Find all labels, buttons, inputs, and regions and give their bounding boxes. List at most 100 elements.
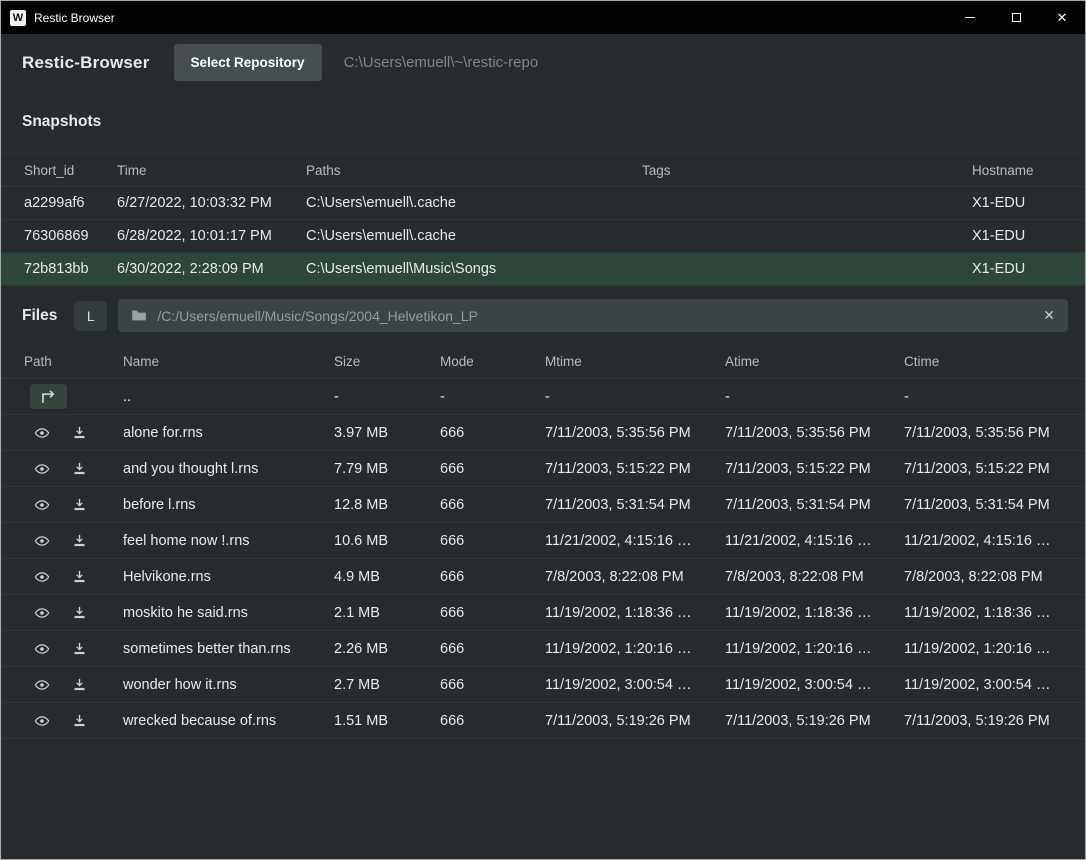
file-row[interactable]: alone for.rns3.97 MB6667/11/2003, 5:35:5…	[1, 415, 1085, 451]
file-mode: 666	[440, 713, 545, 729]
files-toolbar: Files L /C:/Users/emuell/Music/Songs/200…	[1, 286, 1085, 345]
file-atime: 7/11/2003, 5:19:26 PM	[725, 713, 904, 729]
download-file-button[interactable]	[72, 713, 87, 728]
snapshot-row[interactable]: a2299af66/27/2022, 10:03:32 PMC:\Users\e…	[1, 187, 1085, 220]
file-mode: -	[440, 389, 545, 405]
download-file-button[interactable]	[72, 425, 87, 440]
repository-toolbar: Restic-Browser Select Repository C:\User…	[1, 34, 1085, 91]
snapshots-column-paths: Paths	[306, 163, 642, 178]
preview-file-button[interactable]	[33, 425, 51, 441]
snapshot-paths: C:\Users\emuell\.cache	[306, 195, 642, 211]
download-icon	[72, 497, 87, 512]
file-size: 2.26 MB	[334, 641, 440, 657]
preview-file-button[interactable]	[33, 605, 51, 621]
file-size: 1.51 MB	[334, 713, 440, 729]
files-column-name: Name	[123, 354, 334, 369]
eye-icon	[33, 569, 51, 585]
file-row[interactable]: moskito he said.rns2.1 MB66611/19/2002, …	[1, 595, 1085, 631]
file-row-actions	[24, 713, 123, 729]
preview-file-button[interactable]	[33, 569, 51, 585]
file-name: wrecked because of.rns	[123, 713, 334, 729]
files-column-ctime: Ctime	[904, 354, 1062, 369]
preview-file-button[interactable]	[33, 461, 51, 477]
download-file-button[interactable]	[72, 533, 87, 548]
snapshot-row[interactable]: 763068696/28/2022, 10:01:17 PMC:\Users\e…	[1, 220, 1085, 253]
files-column-mode: Mode	[440, 354, 545, 369]
file-mtime: 11/19/2002, 1:18:36 …	[545, 605, 725, 621]
file-row[interactable]: ..-----	[1, 379, 1085, 415]
download-file-button[interactable]	[72, 677, 87, 692]
download-file-button[interactable]	[72, 641, 87, 656]
snapshot-short-id: 76306869	[24, 228, 117, 244]
current-path: /C:/Users/emuell/Music/Songs/2004_Helvet…	[157, 308, 1033, 324]
file-mtime: 11/19/2002, 1:20:16 …	[545, 641, 725, 657]
file-row[interactable]: sometimes better than.rns2.26 MB66611/19…	[1, 631, 1085, 667]
eye-icon	[33, 461, 51, 477]
file-row-actions	[24, 641, 123, 657]
file-ctime: -	[904, 389, 1062, 405]
snapshot-paths: C:\Users\emuell\.cache	[306, 228, 642, 244]
window-title: Restic Browser	[34, 11, 947, 25]
snapshot-hostname: X1-EDU	[972, 195, 1062, 211]
eye-icon	[33, 425, 51, 441]
file-name: alone for.rns	[123, 425, 334, 441]
file-row-actions	[24, 384, 123, 409]
close-icon: ✕	[1057, 11, 1068, 24]
preview-file-button[interactable]	[33, 713, 51, 729]
download-file-button[interactable]	[72, 497, 87, 512]
window-controls: ✕	[947, 1, 1085, 34]
preview-file-button[interactable]	[33, 641, 51, 657]
files-rows: ..-----alone for.rns3.97 MB6667/11/2003,…	[1, 379, 1085, 739]
download-icon	[72, 533, 87, 548]
file-mtime: 7/11/2003, 5:15:22 PM	[545, 461, 725, 477]
file-row[interactable]: wrecked because of.rns1.51 MB666 7/11/200…	[1, 703, 1085, 739]
list-mode-button[interactable]: L	[74, 301, 107, 331]
file-name: wonder how it.rns	[123, 677, 334, 693]
snapshot-paths: C:\Users\emuell\Music\Songs	[306, 261, 642, 277]
download-icon	[72, 425, 87, 440]
file-ctime: 11/19/2002, 1:18:36 …	[904, 605, 1062, 621]
file-size: 2.1 MB	[334, 605, 440, 621]
file-row[interactable]: wonder how it.rns2.7 MB66611/19/2002, 3:…	[1, 667, 1085, 703]
preview-file-button[interactable]	[33, 497, 51, 513]
download-file-button[interactable]	[72, 605, 87, 620]
file-atime: -	[725, 389, 904, 405]
download-icon	[72, 713, 87, 728]
download-icon	[72, 677, 87, 692]
repository-path: C:\Users\emuell\~\restic-repo	[344, 54, 539, 71]
snapshots-rows: a2299af66/27/2022, 10:03:32 PMC:\Users\e…	[1, 187, 1085, 286]
file-size: 7.79 MB	[334, 461, 440, 477]
preview-file-button[interactable]	[33, 533, 51, 549]
file-row-actions	[24, 569, 123, 585]
preview-file-button[interactable]	[33, 677, 51, 693]
maximize-button[interactable]	[993, 1, 1039, 34]
file-name: moskito he said.rns	[123, 605, 334, 621]
files-heading: Files	[22, 307, 57, 325]
eye-icon	[33, 677, 51, 693]
snapshot-hostname: X1-EDU	[972, 261, 1062, 277]
app-title: Restic-Browser	[22, 53, 150, 73]
file-name: sometimes better than.rns	[123, 641, 334, 657]
eye-icon	[33, 641, 51, 657]
titlebar: W Restic Browser ✕	[1, 1, 1085, 34]
download-file-button[interactable]	[72, 569, 87, 584]
up-directory-button[interactable]	[30, 384, 67, 409]
file-row[interactable]: before l.rns12.8 MB6667/11/2003, 5:31:54…	[1, 487, 1085, 523]
file-row-actions	[24, 461, 123, 477]
file-row[interactable]: and you thought l.rns7.79 MB6667/11/2003…	[1, 451, 1085, 487]
up-directory-icon	[39, 389, 58, 404]
snapshot-short-id: a2299af6	[24, 195, 117, 211]
close-button[interactable]: ✕	[1039, 1, 1085, 34]
snapshot-row[interactable]: 72b813bb6/30/2022, 2:28:09 PMC:\Users\em…	[1, 253, 1085, 286]
files-table-header: Path Name Size Mode Mtime Atime Ctime	[1, 345, 1085, 379]
select-repository-button[interactable]: Select Repository	[174, 44, 322, 81]
file-name: ..	[123, 389, 334, 405]
minimize-button[interactable]	[947, 1, 993, 34]
snapshots-column-hostname: Hostname	[972, 163, 1062, 178]
path-bar[interactable]: /C:/Users/emuell/Music/Songs/2004_Helvet…	[118, 299, 1068, 332]
file-row[interactable]: Helvikone.rns4.9 MB6667/8/2003, 8:22:08 …	[1, 559, 1085, 595]
file-atime: 7/8/2003, 8:22:08 PM	[725, 569, 904, 585]
download-file-button[interactable]	[72, 461, 87, 476]
file-row[interactable]: feel home now !.rns10.6 MB66611/21/2002,…	[1, 523, 1085, 559]
clear-path-button[interactable]: ✕	[1033, 307, 1055, 324]
